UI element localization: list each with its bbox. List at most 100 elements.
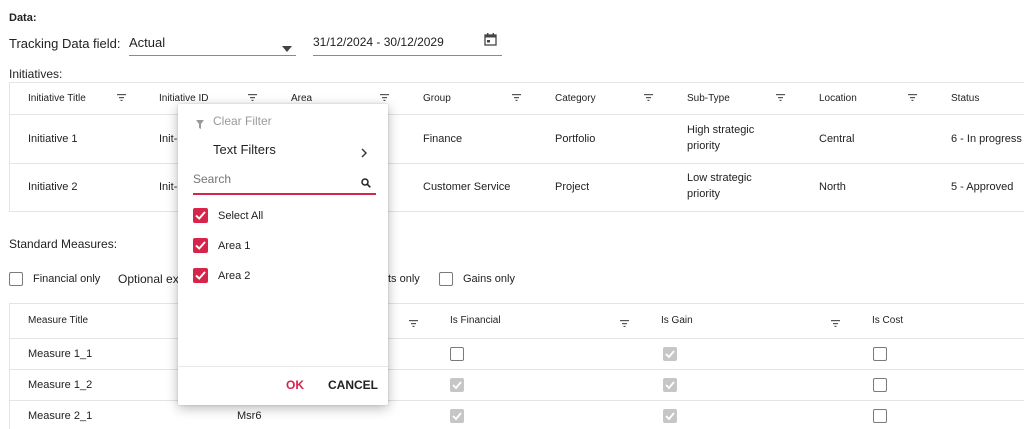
filter-icon[interactable]	[117, 94, 127, 102]
table-row[interactable]: Initiative 1 Init- Finance Portfolio Hig…	[9, 115, 1024, 163]
checkbox-checked[interactable]	[193, 208, 208, 223]
measures-table: Measure Title Is Financial Is Gain Is Co…	[9, 303, 1024, 429]
col-header-area[interactable]: Area	[291, 93, 312, 104]
financial-only-checkbox[interactable]: Financial only	[9, 270, 119, 288]
measures-header-row: Measure Title Is Financial Is Gain Is Co…	[9, 303, 1024, 338]
financial-only-label: Financial only	[33, 273, 101, 285]
area-1-option[interactable]: Area 1	[193, 235, 376, 257]
is-financial-checkbox	[450, 378, 464, 392]
filter-icon[interactable]	[512, 94, 522, 102]
date-range-value: 31/12/2024 - 30/12/2029	[313, 35, 444, 49]
initiatives-table: Initiative Title Initiative ID Area Grou…	[9, 82, 1024, 212]
popup-footer-divider	[178, 366, 388, 367]
filter-search-field[interactable]	[193, 168, 376, 195]
date-range-picker[interactable]: 31/12/2024 - 30/12/2029	[313, 30, 502, 56]
table-row[interactable]: Initiative 2 Init- Customer Service Proj…	[9, 164, 1024, 211]
option-label: Area 2	[218, 270, 251, 282]
cell-sub-type: High strategic	[687, 124, 755, 136]
filter-icon[interactable]	[409, 320, 419, 328]
filter-icon[interactable]	[380, 94, 390, 102]
is-cost-checkbox	[873, 409, 887, 423]
table-row[interactable]: Measure 1_2	[9, 370, 1024, 400]
tracking-data-label: Tracking Data field:	[9, 36, 121, 51]
col-header-group[interactable]: Group	[423, 93, 451, 104]
is-gain-checkbox	[663, 378, 677, 392]
data-section-title: Data:	[9, 12, 37, 24]
col-header-measure-title[interactable]: Measure Title	[28, 315, 88, 326]
clear-filter-icon	[196, 116, 204, 134]
cell-measure-title: Measure 1_1	[28, 348, 93, 360]
cancel-button[interactable]: CANCEL	[328, 378, 378, 392]
cell-status: 5 - Approved	[951, 181, 1014, 193]
cell-measure-id: Msr6	[237, 410, 262, 422]
checkbox-checked[interactable]	[193, 268, 208, 283]
is-gain-checkbox	[663, 409, 677, 423]
standard-measures-title: Standard Measures:	[9, 237, 118, 251]
cell-initiative-id: Init-	[159, 133, 178, 145]
is-gain-checkbox	[663, 347, 677, 361]
filter-icon[interactable]	[644, 94, 654, 102]
gains-only-label: Gains only	[463, 273, 515, 285]
cell-initiative-title: Initiative 1	[28, 133, 78, 145]
initiatives-header-row: Initiative Title Initiative ID Area Grou…	[9, 82, 1024, 114]
option-label: Area 1	[218, 240, 251, 252]
is-cost-checkbox	[873, 378, 887, 392]
cell-group: Finance	[423, 133, 463, 145]
costs-only-label: ts only	[388, 273, 420, 285]
filter-icon[interactable]	[831, 320, 841, 328]
col-header-category[interactable]: Category	[555, 93, 596, 104]
cell-location: North	[819, 181, 846, 193]
optional-filter-label: Optional ex	[118, 272, 179, 286]
checkbox-box[interactable]	[439, 272, 453, 286]
col-header-initiative-title[interactable]: Initiative Title	[28, 93, 86, 104]
table-row[interactable]: Measure 1_1	[9, 339, 1024, 369]
col-header-is-cost[interactable]: Is Cost	[872, 315, 903, 326]
select-all-option[interactable]: Select All	[193, 205, 376, 227]
cell-initiative-title: Initiative 2	[28, 181, 78, 193]
cell-group: Customer Service	[423, 181, 511, 193]
filter-icon[interactable]	[776, 94, 786, 102]
table-row[interactable]: Measure 2_1 Msr6	[9, 401, 1024, 429]
cell-sub-type-line2: priority	[687, 188, 721, 200]
clear-filter-item[interactable]: Clear Filter	[178, 110, 388, 132]
area-filter-popup: Clear Filter Text Filters Select All Are…	[178, 104, 388, 405]
text-filters-label: Text Filters	[213, 142, 276, 157]
cell-sub-type: Low strategic	[687, 172, 752, 184]
search-focus-underline	[193, 193, 376, 195]
is-financial-checkbox	[450, 409, 464, 423]
col-header-sub-type[interactable]: Sub-Type	[687, 93, 730, 104]
tracking-data-value: Actual	[129, 35, 166, 50]
cell-sub-type-line2: priority	[687, 140, 721, 152]
col-header-location[interactable]: Location	[819, 93, 857, 104]
col-header-initiative-id[interactable]: Initiative ID	[159, 93, 208, 104]
is-financial-checkbox	[450, 347, 464, 361]
checkbox-checked[interactable]	[193, 238, 208, 253]
cell-measure-title: Measure 2_1	[28, 410, 93, 422]
cell-category: Portfolio	[555, 133, 596, 145]
area-2-option[interactable]: Area 2	[193, 265, 376, 287]
initiatives-title: Initiatives:	[9, 67, 63, 81]
checkbox-box[interactable]	[9, 272, 23, 286]
filter-icon[interactable]	[620, 320, 630, 328]
tracking-data-dropdown[interactable]: Actual	[129, 30, 296, 56]
col-header-is-gain[interactable]: Is Gain	[661, 315, 693, 326]
cell-status: 6 - In progress	[951, 133, 1022, 145]
cell-initiative-id: Init-	[159, 181, 178, 193]
col-header-status[interactable]: Status	[951, 93, 979, 104]
calendar-icon[interactable]	[484, 33, 497, 51]
cell-category: Project	[555, 181, 590, 193]
option-label: Select All	[218, 210, 264, 222]
filter-icon[interactable]	[908, 94, 918, 102]
chevron-right-icon	[361, 145, 367, 163]
filter-icon[interactable]	[248, 94, 258, 102]
search-icon	[361, 175, 371, 193]
ok-button[interactable]: OK	[286, 378, 304, 392]
col-header-is-financial[interactable]: Is Financial	[450, 315, 501, 326]
cell-location: Central	[819, 133, 855, 145]
is-cost-checkbox	[873, 347, 887, 361]
filter-search-input[interactable]	[193, 172, 353, 186]
gains-only-checkbox[interactable]: Gains only	[439, 270, 529, 288]
clear-filter-label: Clear Filter	[213, 114, 272, 128]
cell-measure-title: Measure 1_2	[28, 379, 93, 391]
text-filters-item[interactable]: Text Filters	[178, 138, 388, 160]
